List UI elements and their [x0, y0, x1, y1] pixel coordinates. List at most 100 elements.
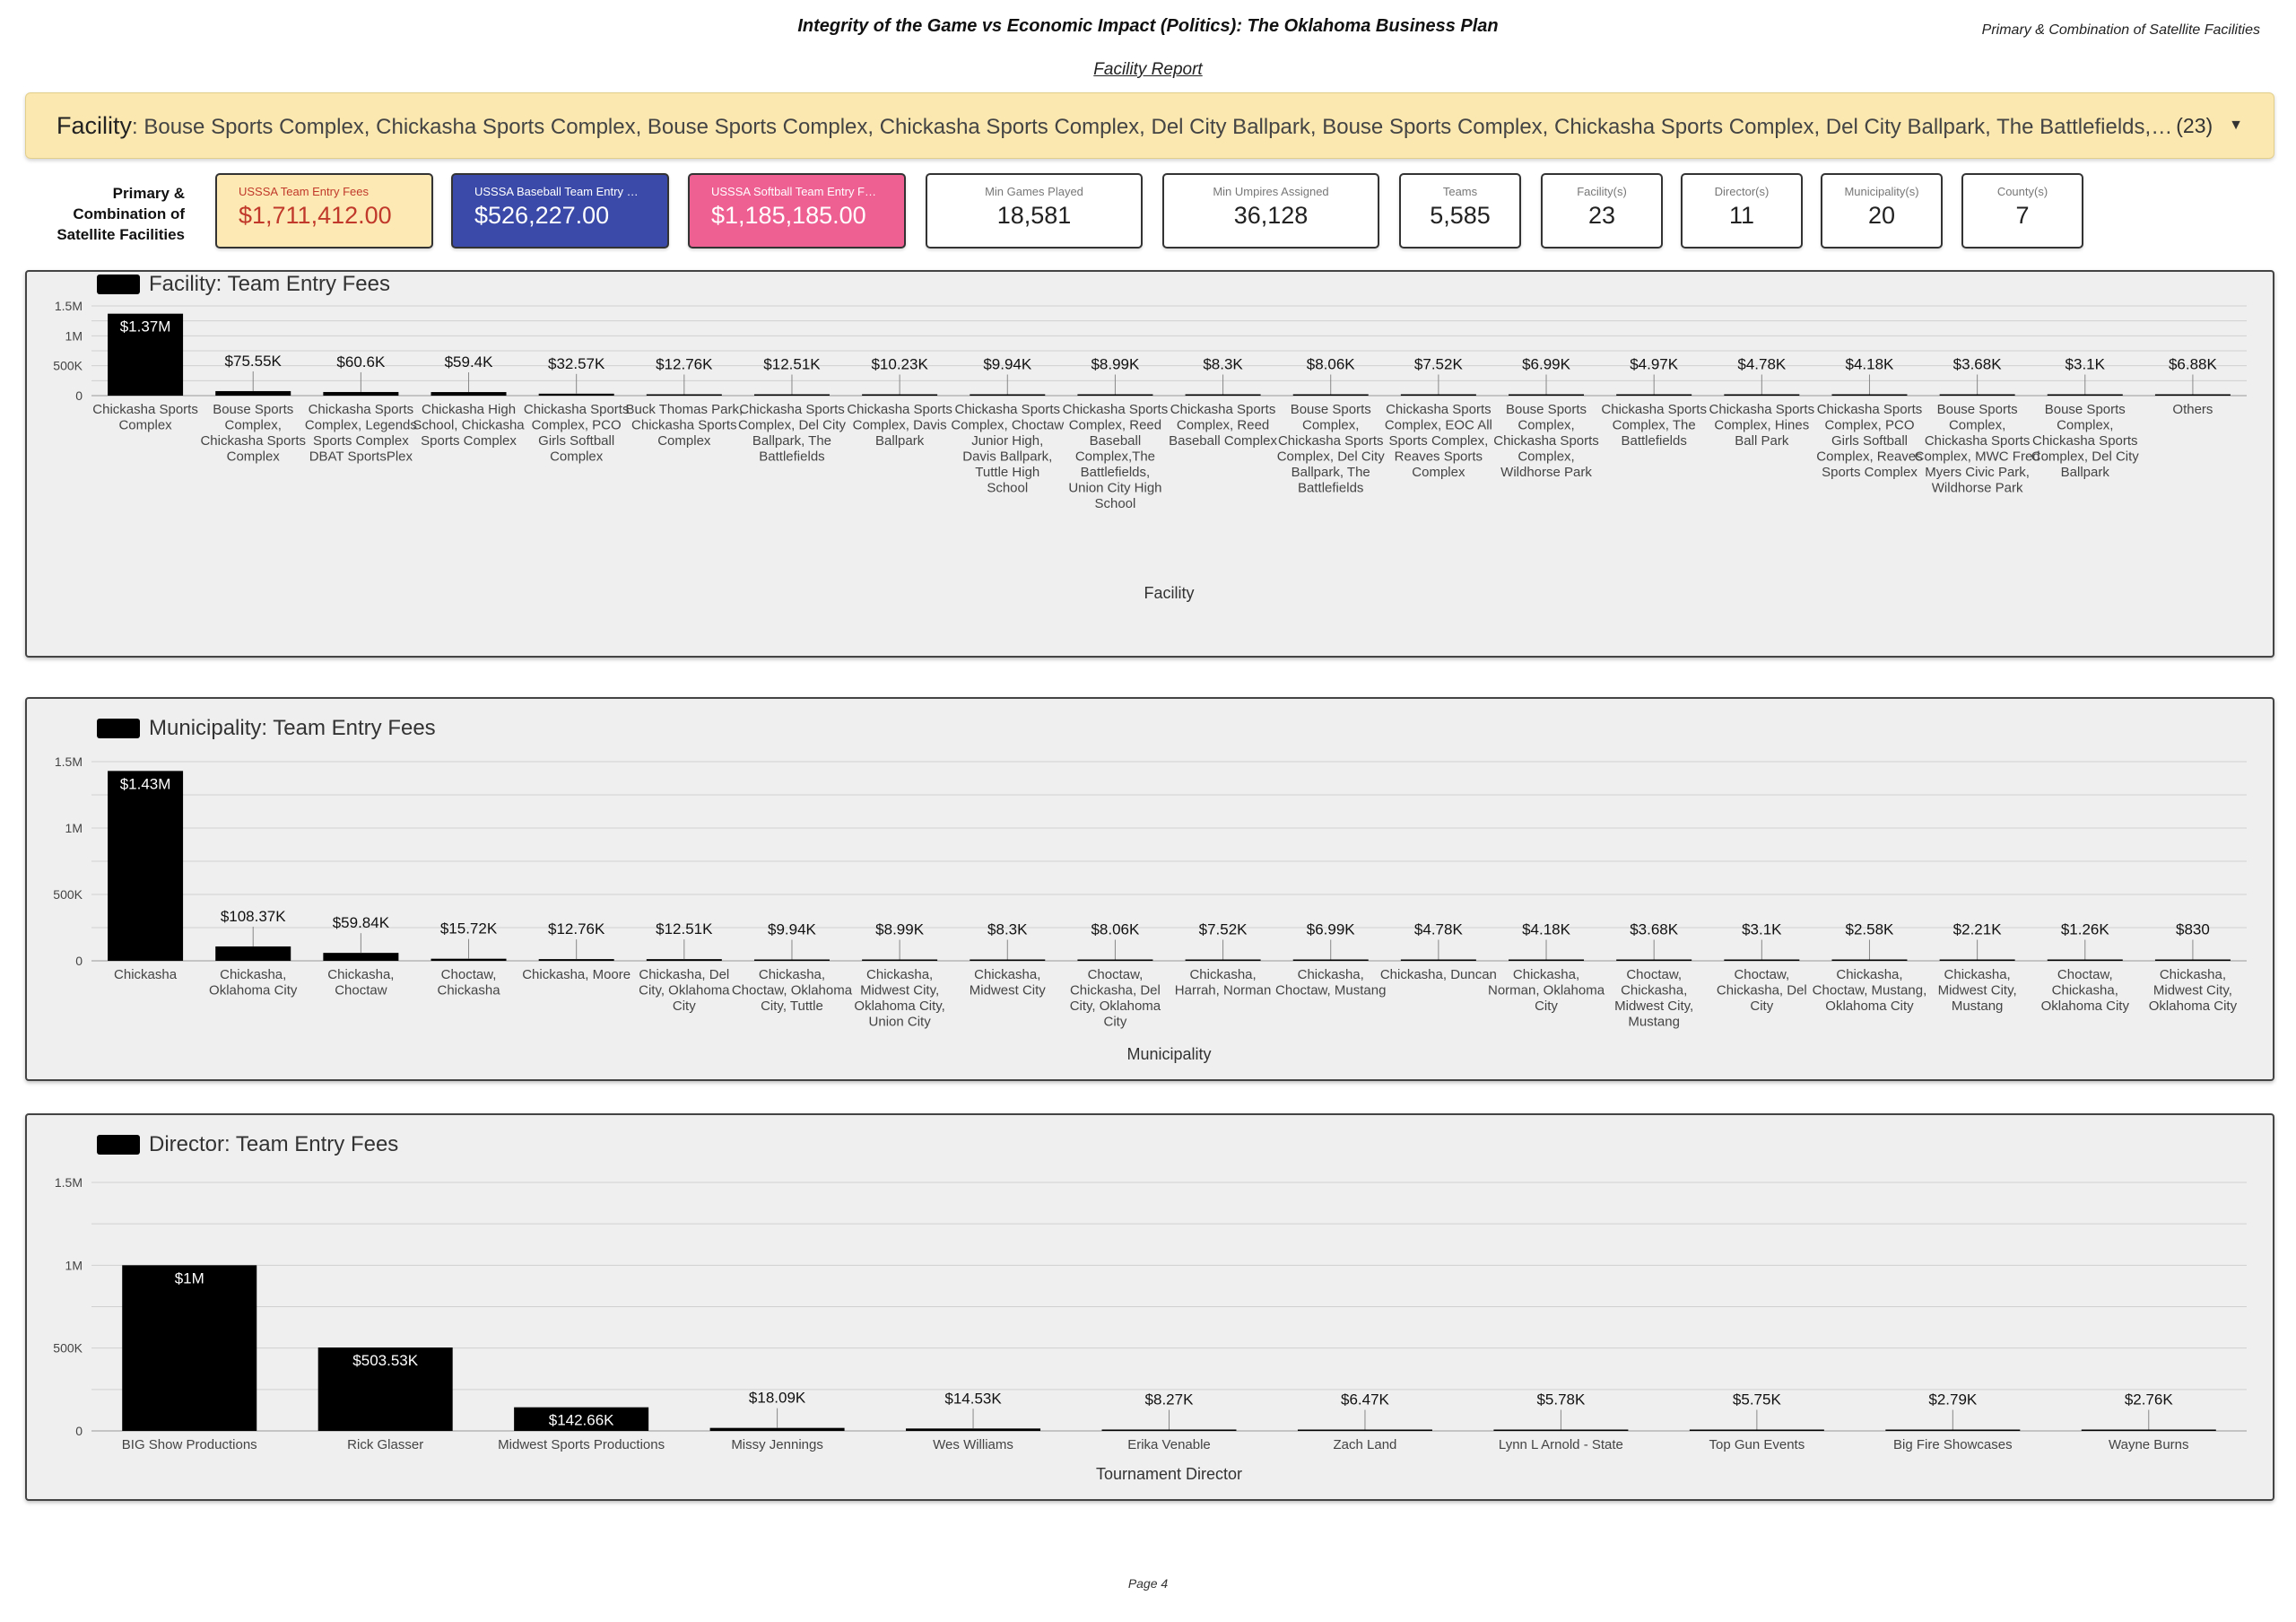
bar-group[interactable]: $3.68K — [1616, 921, 1692, 962]
bar-group[interactable]: $8.3K — [970, 921, 1046, 962]
bar[interactable] — [430, 958, 507, 961]
bar[interactable] — [1939, 959, 2015, 962]
bar-group[interactable]: $15.72K — [430, 920, 507, 961]
bar-group[interactable]: $8.06K — [1077, 921, 1153, 962]
bar[interactable] — [1616, 959, 1692, 962]
bar[interactable] — [2047, 394, 2123, 397]
bar-group[interactable]: $12.76K — [538, 920, 614, 961]
bar-group[interactable]: $5.78K — [1493, 1391, 1629, 1432]
bar[interactable] — [970, 959, 1046, 962]
bar[interactable] — [1400, 959, 1476, 962]
bar-group[interactable]: $4.97K — [1616, 356, 1692, 397]
bar-group[interactable]: $503.53K — [317, 1347, 453, 1431]
bar-group[interactable]: $1.37M — [108, 313, 184, 396]
bar[interactable] — [1831, 959, 1908, 962]
bar-group[interactable]: $3.1K — [1724, 921, 1800, 962]
bar[interactable] — [122, 1265, 257, 1431]
bar[interactable] — [709, 1427, 845, 1431]
bar-group[interactable]: $14.53K — [906, 1390, 1041, 1431]
bar-group[interactable]: $59.84K — [323, 914, 399, 961]
bar-group[interactable]: $2.21K — [1939, 921, 2015, 962]
bar[interactable] — [323, 953, 399, 961]
bar-group[interactable]: $4.78K — [1724, 356, 1800, 397]
bar[interactable] — [2047, 959, 2123, 962]
bar[interactable] — [646, 394, 722, 397]
bar-group[interactable]: $6.47K — [1297, 1391, 1432, 1432]
bar[interactable] — [906, 1428, 1041, 1431]
bar-group[interactable]: $60.6K — [323, 353, 399, 396]
bar[interactable] — [1509, 394, 1585, 397]
bar-group[interactable]: $6.99K — [1509, 356, 1585, 397]
bar-group[interactable]: $18.09K — [709, 1390, 845, 1431]
bar-group[interactable]: $12.76K — [646, 356, 722, 397]
bar-group[interactable]: $4.18K — [1831, 356, 1908, 397]
bar[interactable] — [538, 959, 614, 961]
bar-group[interactable]: $32.57K — [538, 355, 614, 396]
bar-group[interactable]: $4.78K — [1400, 921, 1476, 962]
bar[interactable] — [1939, 394, 2015, 397]
bar[interactable] — [1077, 959, 1153, 962]
bar-group[interactable]: $1.26K — [2047, 921, 2123, 962]
chevron-down-icon[interactable]: ▼ — [2229, 118, 2243, 134]
bar[interactable] — [646, 959, 722, 961]
bar-group[interactable]: $9.94K — [970, 356, 1046, 397]
bar[interactable] — [1185, 394, 1261, 397]
bar-group[interactable]: $10.23K — [862, 356, 938, 397]
bar-group[interactable]: $830 — [2154, 921, 2231, 962]
bar[interactable] — [1616, 394, 1692, 397]
bar-group[interactable]: $2.79K — [1885, 1391, 2021, 1432]
bar-group[interactable]: $8.27K — [1101, 1391, 1237, 1431]
bar-group[interactable]: $3.1K — [2047, 356, 2123, 397]
bar-group[interactable]: $12.51K — [753, 356, 830, 397]
bar[interactable] — [2154, 959, 2231, 962]
bar-group[interactable]: $1M — [122, 1265, 257, 1431]
bar[interactable] — [1101, 1429, 1237, 1431]
bar[interactable] — [1292, 394, 1369, 397]
bar[interactable] — [1077, 394, 1153, 397]
bar[interactable] — [1292, 959, 1369, 962]
bar-group[interactable]: $8.3K — [1185, 356, 1261, 397]
bar-group[interactable]: $8.06K — [1292, 356, 1369, 397]
bar-group[interactable]: $2.58K — [1831, 921, 1908, 962]
bar-group[interactable]: $7.52K — [1185, 921, 1261, 962]
bar[interactable] — [1885, 1429, 2021, 1432]
bar[interactable] — [2081, 1429, 2216, 1432]
bar-group[interactable]: $2.76K — [2081, 1391, 2216, 1432]
bar-group[interactable]: $8.99K — [1077, 356, 1153, 397]
bar[interactable] — [1493, 1429, 1629, 1432]
bar[interactable] — [1509, 959, 1585, 962]
bar-group[interactable]: $59.4K — [430, 353, 507, 396]
bar[interactable] — [108, 771, 184, 961]
bar-group[interactable]: $12.51K — [646, 920, 722, 961]
bar[interactable] — [215, 390, 291, 396]
bar[interactable] — [753, 959, 830, 962]
bar-group[interactable]: $5.75K — [1689, 1391, 1824, 1432]
bar-group[interactable]: $108.37K — [215, 908, 291, 961]
bar[interactable] — [323, 391, 399, 396]
bar-group[interactable]: $6.88K — [2154, 356, 2231, 397]
bar[interactable] — [1297, 1429, 1432, 1432]
bar[interactable] — [753, 394, 830, 397]
bar[interactable] — [970, 394, 1046, 397]
bar[interactable] — [1185, 959, 1261, 962]
bar-group[interactable]: $75.55K — [215, 353, 291, 396]
bar[interactable] — [1689, 1429, 1824, 1432]
bar[interactable] — [1724, 394, 1800, 397]
bar[interactable] — [1400, 394, 1476, 397]
bar[interactable] — [1831, 394, 1908, 397]
bar-group[interactable]: $4.18K — [1509, 921, 1585, 962]
bar-group[interactable]: $1.43M — [108, 771, 184, 961]
bar-group[interactable]: $142.66K — [514, 1407, 649, 1431]
bar-group[interactable]: $6.99K — [1292, 921, 1369, 962]
bar[interactable] — [862, 394, 938, 397]
facility-filter[interactable]: Facility: Bouse Sports Complex, Chickash… — [25, 92, 2274, 159]
bar[interactable] — [215, 946, 291, 961]
bar-group[interactable]: $8.99K — [862, 921, 938, 962]
bar[interactable] — [1724, 959, 1800, 962]
bar[interactable] — [2154, 394, 2231, 397]
bar[interactable] — [430, 392, 507, 396]
bar-group[interactable]: $7.52K — [1400, 356, 1476, 397]
bar-group[interactable]: $3.68K — [1939, 356, 2015, 397]
bar[interactable] — [862, 959, 938, 962]
bar-group[interactable]: $9.94K — [753, 921, 830, 962]
